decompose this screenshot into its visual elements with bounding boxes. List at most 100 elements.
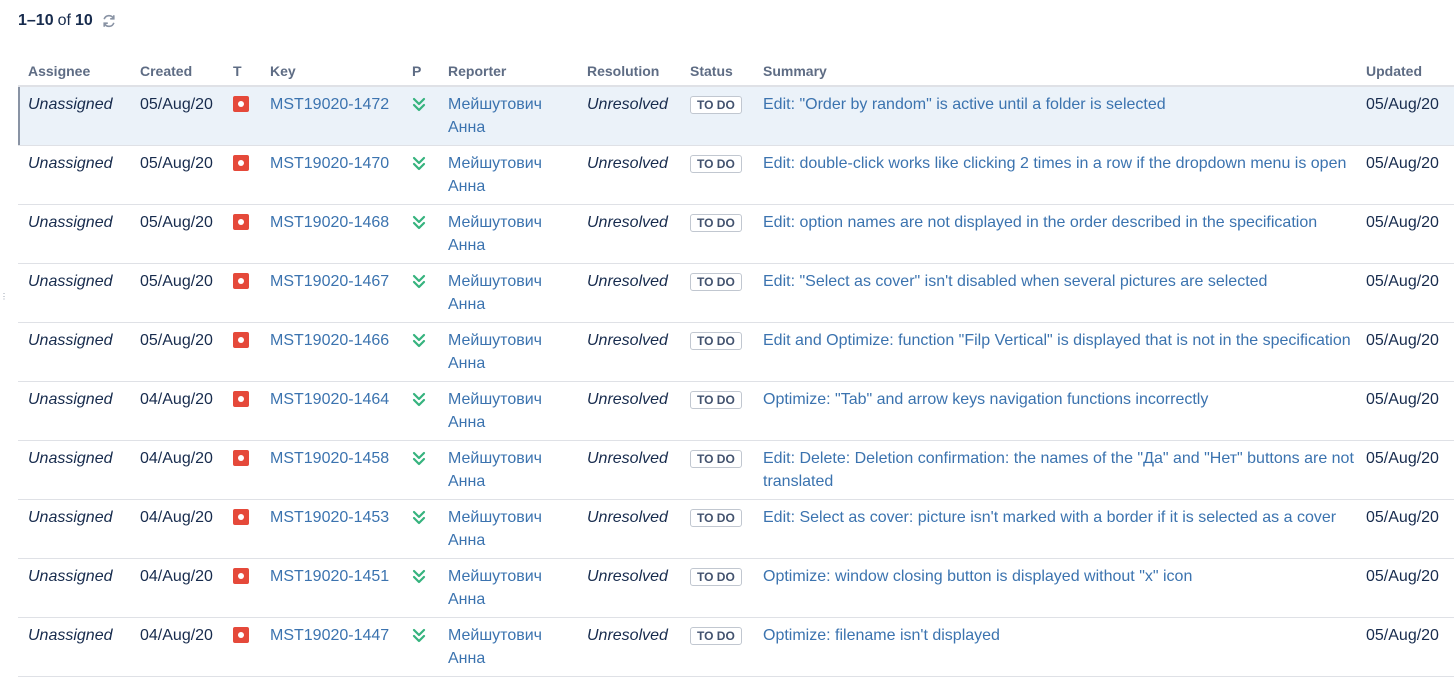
issue-table-container: Assignee Created T Key P Reporter Resolu…: [18, 56, 1454, 677]
assignee-value: Unassigned: [28, 155, 113, 172]
reporter-link[interactable]: Мейшутович Анна: [448, 96, 542, 136]
updated-date: 05/Aug/20: [1366, 273, 1439, 290]
updated-date: 05/Aug/20: [1366, 214, 1439, 231]
table-row[interactable]: Unassigned 04/Aug/20 MST19020-1447 Мейшу…: [18, 617, 1454, 677]
created-date: 04/Aug/20: [140, 568, 213, 585]
status-badge: TO DO: [690, 450, 742, 468]
created-date: 04/Aug/20: [140, 509, 213, 526]
issue-summary-link[interactable]: Optimize: filename isn't displayed: [763, 627, 1000, 644]
issue-key-link[interactable]: MST19020-1466: [270, 332, 389, 349]
issue-summary-link[interactable]: Edit and Optimize: function "Filp Vertic…: [763, 332, 1351, 349]
issue-key-link[interactable]: MST19020-1468: [270, 214, 389, 231]
issue-summary-link[interactable]: Optimize: window closing button is displ…: [763, 568, 1192, 585]
reporter-link[interactable]: Мейшутович Анна: [448, 155, 542, 195]
resolution-value: Unresolved: [587, 627, 668, 644]
lowest-priority-icon: [412, 214, 426, 230]
issue-summary-link[interactable]: Edit: "Order by random" is active until …: [763, 96, 1166, 113]
reporter-link[interactable]: Мейшутович Анна: [448, 450, 542, 490]
assignee-value: Unassigned: [28, 391, 113, 408]
table-row[interactable]: Unassigned 05/Aug/20 MST19020-1468 Мейшу…: [18, 204, 1454, 264]
table-row[interactable]: Unassigned 04/Aug/20 MST19020-1451 Мейшу…: [18, 558, 1454, 618]
updated-date: 05/Aug/20: [1366, 568, 1439, 585]
table-row[interactable]: Unassigned 04/Aug/20 MST19020-1453 Мейшу…: [18, 499, 1454, 559]
table-row[interactable]: Unassigned 05/Aug/20 MST19020-1466 Мейшу…: [18, 322, 1454, 382]
reporter-link[interactable]: Мейшутович Анна: [448, 568, 542, 608]
pagination-summary: 1–10 of 10: [18, 10, 117, 32]
issue-key-link[interactable]: MST19020-1458: [270, 450, 389, 467]
bug-icon: [233, 155, 249, 171]
issue-key-link[interactable]: MST19020-1464: [270, 391, 389, 408]
column-header-assignee[interactable]: Assignee: [18, 56, 130, 87]
reporter-link[interactable]: Мейшутович Анна: [448, 391, 542, 431]
lowest-priority-icon: [412, 568, 426, 584]
column-header-updated[interactable]: Updated: [1356, 56, 1454, 87]
assignee-value: Unassigned: [28, 509, 113, 526]
issue-key-link[interactable]: MST19020-1453: [270, 509, 389, 526]
issue-summary-link[interactable]: Edit: option names are not displayed in …: [763, 214, 1317, 231]
status-badge: TO DO: [690, 273, 742, 291]
bug-icon: [233, 273, 249, 289]
lowest-priority-icon: [412, 627, 426, 643]
lowest-priority-icon: [412, 155, 426, 171]
table-row[interactable]: Unassigned 05/Aug/20 MST19020-1472 Мейшу…: [18, 86, 1454, 146]
table-header-row: Assignee Created T Key P Reporter Resolu…: [18, 56, 1454, 87]
issue-summary-link[interactable]: Edit: Delete: Deletion confirmation: the…: [763, 450, 1354, 490]
resolution-value: Unresolved: [587, 450, 668, 467]
issue-key-link[interactable]: MST19020-1451: [270, 568, 389, 585]
bug-icon: [233, 627, 249, 643]
lowest-priority-icon: [412, 273, 426, 289]
issue-key-link[interactable]: MST19020-1472: [270, 96, 389, 113]
refresh-icon[interactable]: [101, 13, 117, 29]
table-row[interactable]: Unassigned 04/Aug/20 MST19020-1464 Мейшу…: [18, 381, 1454, 441]
created-date: 04/Aug/20: [140, 450, 213, 467]
assignee-value: Unassigned: [28, 568, 113, 585]
assignee-value: Unassigned: [28, 332, 113, 349]
issue-key-link[interactable]: MST19020-1467: [270, 273, 389, 290]
created-date: 05/Aug/20: [140, 155, 213, 172]
issue-summary-link[interactable]: Edit: double-click works like clicking 2…: [763, 155, 1346, 172]
issue-table: Assignee Created T Key P Reporter Resolu…: [18, 56, 1454, 677]
assignee-value: Unassigned: [28, 450, 113, 467]
issue-summary-link[interactable]: Optimize: "Tab" and arrow keys navigatio…: [763, 391, 1208, 408]
bug-icon: [233, 568, 249, 584]
status-badge: TO DO: [690, 391, 742, 409]
column-header-key[interactable]: Key: [260, 56, 402, 87]
column-header-summary[interactable]: Summary: [753, 56, 1356, 87]
lowest-priority-icon: [412, 96, 426, 112]
table-row[interactable]: Unassigned 05/Aug/20 MST19020-1467 Мейшу…: [18, 263, 1454, 323]
reporter-link[interactable]: Мейшутович Анна: [448, 509, 542, 549]
status-badge: TO DO: [690, 155, 742, 173]
bug-icon: [233, 214, 249, 230]
column-header-reporter[interactable]: Reporter: [438, 56, 577, 87]
column-header-priority[interactable]: P: [402, 56, 438, 87]
issue-key-link[interactable]: MST19020-1470: [270, 155, 389, 172]
reporter-link[interactable]: Мейшутович Анна: [448, 627, 542, 667]
table-row[interactable]: Unassigned 05/Aug/20 MST19020-1470 Мейшу…: [18, 145, 1454, 205]
assignee-value: Unassigned: [28, 627, 113, 644]
created-date: 05/Aug/20: [140, 96, 213, 113]
resolution-value: Unresolved: [587, 273, 668, 290]
column-header-created[interactable]: Created: [130, 56, 223, 87]
bug-icon: [233, 391, 249, 407]
resolution-value: Unresolved: [587, 568, 668, 585]
resolution-value: Unresolved: [587, 509, 668, 526]
issue-summary-link[interactable]: Edit: "Select as cover" isn't disabled w…: [763, 273, 1267, 290]
drag-handle-icon[interactable]: ⋮: [0, 292, 8, 302]
pagination-range: 1–10: [18, 12, 54, 29]
column-header-status[interactable]: Status: [680, 56, 753, 87]
column-header-type[interactable]: T: [223, 56, 260, 87]
created-date: 05/Aug/20: [140, 214, 213, 231]
issue-summary-link[interactable]: Edit: Select as cover: picture isn't mar…: [763, 509, 1336, 526]
column-header-resolution[interactable]: Resolution: [577, 56, 680, 87]
updated-date: 05/Aug/20: [1366, 450, 1439, 467]
bug-icon: [233, 332, 249, 348]
table-row[interactable]: Unassigned 04/Aug/20 MST19020-1458 Мейшу…: [18, 440, 1454, 500]
updated-date: 05/Aug/20: [1366, 391, 1439, 408]
reporter-link[interactable]: Мейшутович Анна: [448, 273, 542, 313]
reporter-link[interactable]: Мейшутович Анна: [448, 332, 542, 372]
assignee-value: Unassigned: [28, 214, 113, 231]
updated-date: 05/Aug/20: [1366, 96, 1439, 113]
lowest-priority-icon: [412, 509, 426, 525]
issue-key-link[interactable]: MST19020-1447: [270, 627, 389, 644]
reporter-link[interactable]: Мейшутович Анна: [448, 214, 542, 254]
